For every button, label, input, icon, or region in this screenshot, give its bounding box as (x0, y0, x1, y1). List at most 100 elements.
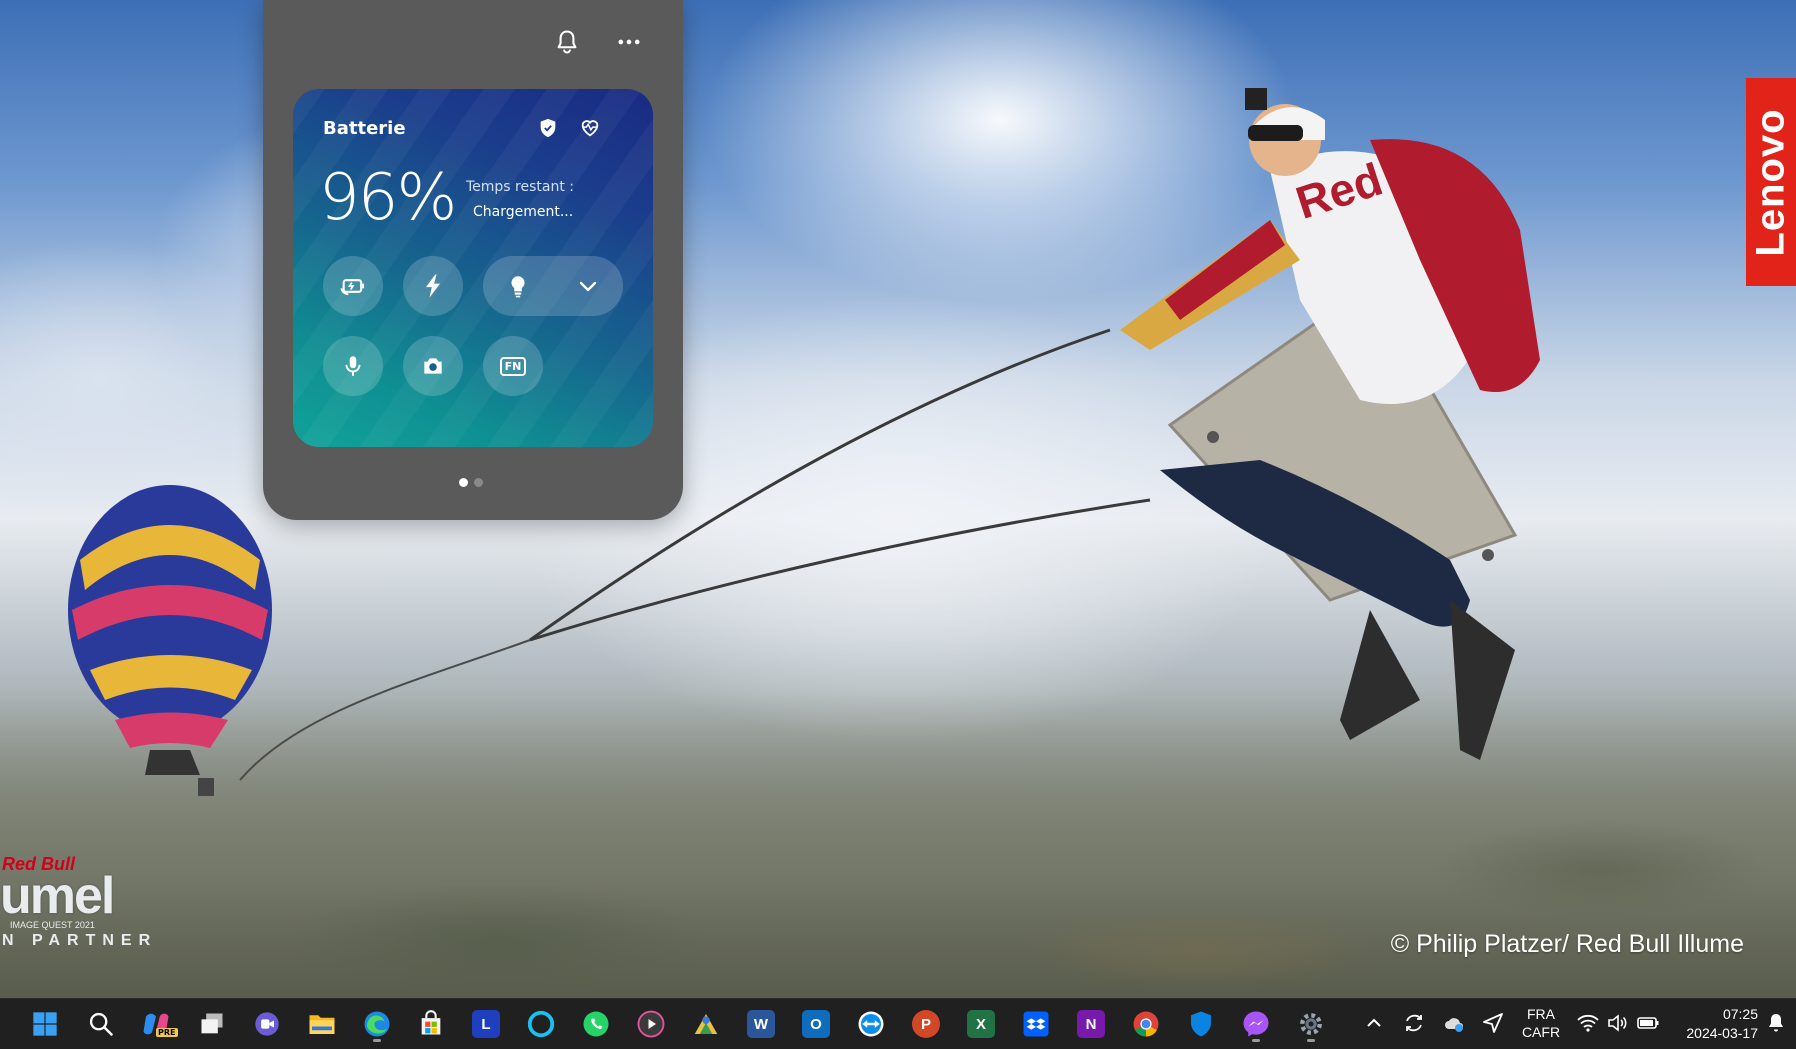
microphone-toggle[interactable] (323, 336, 383, 396)
page-indicator (459, 478, 483, 487)
dropbox-button[interactable] (1018, 1006, 1054, 1042)
task-view-button[interactable] (194, 1006, 230, 1042)
light-bulb-icon (511, 276, 525, 298)
fn-lock-toggle[interactable]: FN (483, 336, 543, 396)
microphone-icon (345, 356, 361, 376)
lenovo-brand-text: Lenovo (1748, 107, 1793, 257)
light-bulb-button[interactable] (483, 256, 553, 316)
rope-line (529, 498, 1151, 642)
battery-card[interactable]: Batterie 96% Temps restant : Chargement.… (293, 89, 653, 447)
page-dot-2[interactable] (474, 478, 483, 487)
battery-mode-icon (340, 279, 365, 296)
illume-logo: Red Bull umel IMAGE QUEST 2021 N PARTNER (0, 852, 160, 952)
messenger-icon (1243, 1011, 1269, 1037)
word-icon: W (747, 1010, 775, 1038)
media-player-button[interactable] (633, 1006, 669, 1042)
lenovo-vantage-button[interactable]: L (468, 1006, 504, 1042)
lenovo-brand-tab: Lenovo (1746, 78, 1796, 286)
wifi-icon[interactable] (1576, 1011, 1600, 1035)
battery-percentage: 96% (319, 161, 457, 235)
ring-icon (527, 1010, 555, 1038)
copilot-badge: PRE (156, 1028, 178, 1037)
gear-icon (1300, 1013, 1322, 1035)
play-icon (637, 1010, 665, 1038)
battery-title: Batterie (323, 118, 406, 139)
start-button[interactable] (27, 1006, 63, 1042)
rapid-charge-button[interactable] (403, 256, 463, 316)
camera-icon (424, 358, 442, 374)
folder-icon (309, 1015, 335, 1034)
keyboard-layout: CAFR (1521, 1024, 1561, 1040)
battery-mode-button[interactable] (323, 256, 383, 316)
file-explorer-button[interactable] (304, 1006, 340, 1042)
excel-icon: X (967, 1010, 995, 1038)
copilot-button[interactable]: PRE (138, 1006, 178, 1042)
time-remaining-value: Chargement... (473, 204, 574, 220)
task-view-icon (201, 1013, 223, 1034)
excel-button[interactable]: X (963, 1006, 999, 1042)
hot-air-balloon (68, 485, 272, 796)
onenote-button[interactable]: N (1073, 1006, 1109, 1042)
dropbox-icon (1023, 1011, 1049, 1037)
edge-button[interactable] (359, 1006, 395, 1042)
chrome-icon (1133, 1011, 1159, 1037)
chrome-button[interactable] (1128, 1006, 1164, 1042)
taskbar: PRE L W O P X N FRA CAFR 07:25 2024-03-1… (0, 998, 1796, 1049)
logo-word: umel (0, 867, 115, 925)
windows-icon (33, 1012, 57, 1036)
chevron-up-icon[interactable] (1362, 1011, 1386, 1035)
map-app-button[interactable] (688, 1006, 724, 1042)
page-dot-1[interactable] (459, 478, 468, 487)
search-icon (89, 1012, 113, 1036)
language-indicator[interactable]: FRA CAFR (1518, 1005, 1564, 1041)
chat-button[interactable] (249, 1006, 285, 1042)
lenovo-l-icon: L (472, 1010, 500, 1038)
app-running-indicator (373, 1039, 381, 1042)
app-running-indicator (1252, 1039, 1260, 1042)
whatsapp-icon (583, 1011, 609, 1037)
notification-bell-icon[interactable] (1764, 1011, 1788, 1035)
powerpoint-button[interactable]: P (908, 1006, 944, 1042)
light-options-expand[interactable] (553, 256, 623, 316)
outlook-button[interactable]: O (798, 1006, 834, 1042)
rapid-charge-icon (426, 274, 440, 298)
volume-icon[interactable] (1606, 1011, 1630, 1035)
clock-time: 07:25 (1722, 1006, 1758, 1022)
store-icon (421, 1010, 441, 1035)
whatsapp-button[interactable] (578, 1006, 614, 1042)
app-running-indicator (1307, 1039, 1315, 1042)
location-arrow-icon[interactable] (1481, 1011, 1505, 1035)
language-code: FRA (1527, 1006, 1555, 1022)
rope-line (239, 639, 531, 781)
sync-icon[interactable] (1402, 1011, 1426, 1035)
logo-partner: N PARTNER (2, 932, 158, 949)
onenote-icon: N (1077, 1010, 1105, 1038)
bell-icon[interactable] (553, 28, 581, 56)
word-button[interactable]: W (743, 1006, 779, 1042)
messenger-button[interactable] (1238, 1006, 1274, 1042)
battery-widget-panel: Batterie 96% Temps restant : Chargement.… (263, 0, 683, 520)
chat-icon (255, 1012, 279, 1036)
settings-button[interactable] (1293, 1006, 1329, 1042)
more-icon[interactable] (615, 28, 643, 56)
cloud-icon[interactable] (1442, 1011, 1466, 1035)
teamviewer-button[interactable] (853, 1006, 889, 1042)
alexa-button[interactable] (523, 1006, 559, 1042)
shield-icon[interactable] (537, 117, 559, 139)
pin-icon (694, 1014, 718, 1034)
defender-button[interactable] (1183, 1006, 1219, 1042)
teamviewer-icon (858, 1011, 884, 1037)
time-remaining-label: Temps restant : (466, 179, 575, 195)
light-control-pill (483, 256, 623, 316)
edge-icon (364, 1011, 390, 1037)
outlook-icon: O (802, 1010, 830, 1038)
heart-pulse-icon[interactable] (579, 117, 601, 139)
battery-icon[interactable] (1636, 1011, 1660, 1035)
chevron-down-icon (579, 281, 597, 292)
logo-subtitle: IMAGE QUEST 2021 (10, 920, 95, 930)
camera-toggle[interactable] (403, 336, 463, 396)
shield-icon (1191, 1011, 1211, 1037)
clock[interactable]: 07:25 2024-03-17 (1672, 1005, 1758, 1043)
store-button[interactable] (413, 1006, 449, 1042)
search-button[interactable] (83, 1006, 119, 1042)
